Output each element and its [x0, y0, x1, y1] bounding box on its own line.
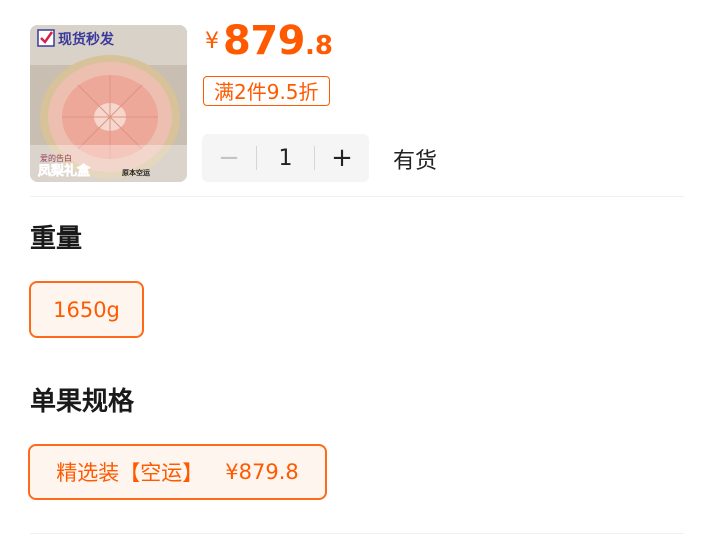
increase-quantity-button[interactable]: + — [315, 134, 369, 182]
product-thumbnail[interactable]: 现货秒发 爱的告白 凤梨礼盒 原本空运 — [30, 25, 187, 182]
quantity-stepper: − 1 + — [202, 134, 369, 182]
thumbnail-tagline: 爱的告白 — [40, 153, 72, 163]
pineapple-image: 现货秒发 爱的告白 凤梨礼盒 原本空运 — [30, 25, 187, 182]
option-label: 1650g — [53, 297, 120, 322]
price-integer: 879 — [223, 18, 306, 64]
divider — [30, 196, 684, 197]
divider — [30, 533, 684, 534]
option-label: 精选装【空运】 — [56, 461, 204, 485]
thumbnail-caption: 凤梨礼盒 — [38, 163, 91, 179]
promo-badge: 满2件9.5折 — [203, 76, 330, 106]
thumbnail-subcaption: 原本空运 — [122, 168, 151, 177]
decrease-quantity-button[interactable]: − — [202, 134, 256, 182]
currency-symbol: ¥ — [205, 29, 219, 54]
price: ¥879.8 — [205, 18, 333, 64]
quantity-value[interactable]: 1 — [257, 146, 314, 171]
spec-title-fruit-spec: 单果规格 — [30, 387, 135, 417]
option-weight-1650g[interactable]: 1650g — [29, 281, 144, 338]
thumbnail-badge: 现货秒发 — [58, 31, 115, 48]
price-decimal: .8 — [305, 31, 333, 61]
option-price: ¥879.8 — [225, 460, 299, 484]
stock-status: 有货 — [393, 149, 438, 174]
option-fruit-spec-selected-air[interactable]: 精选装【空运】 ¥879.8 — [28, 444, 327, 500]
spec-title-weight: 重量 — [30, 224, 83, 254]
